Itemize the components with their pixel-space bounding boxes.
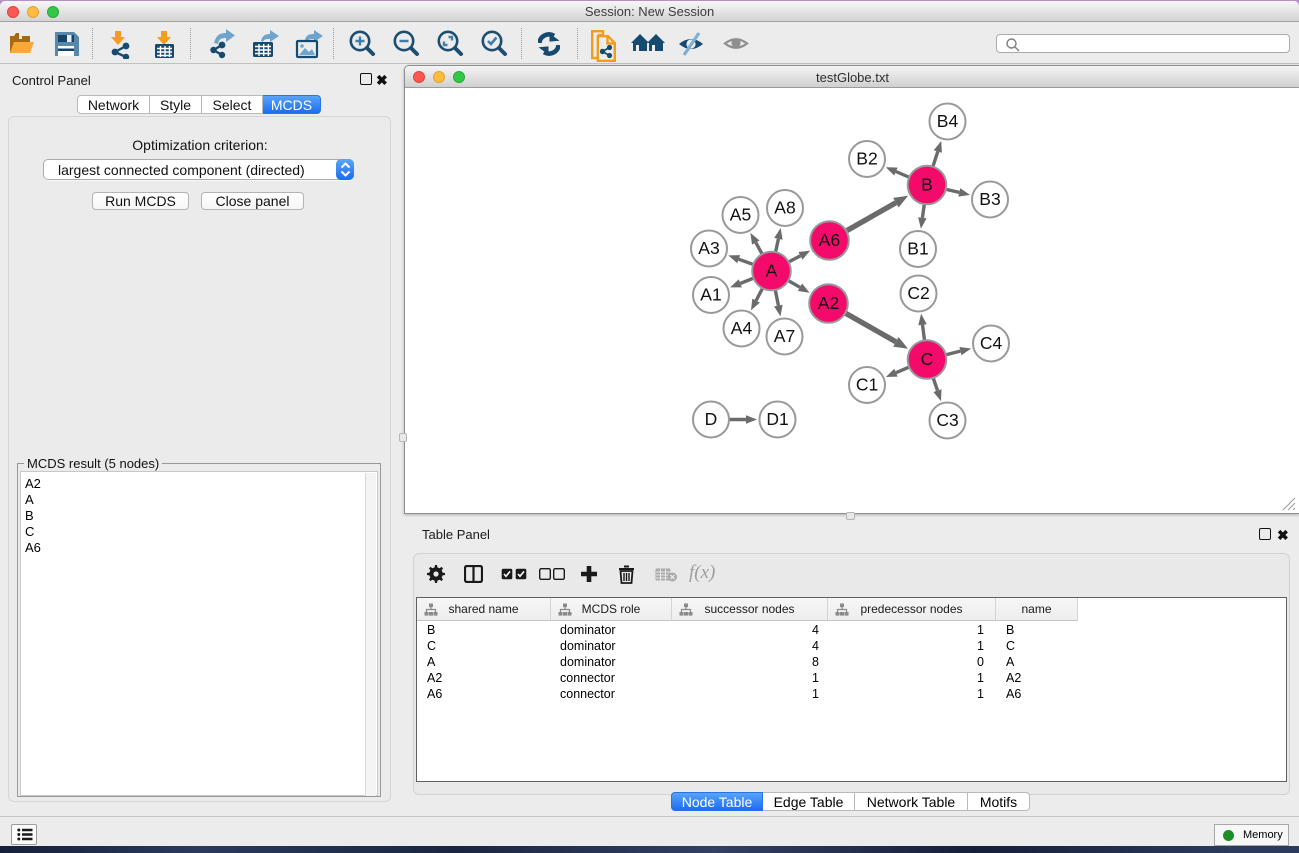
svg-text:A4: A4 [731,318,753,338]
svg-text:C4: C4 [980,333,1003,353]
svg-text:D: D [705,409,718,429]
svg-text:D1: D1 [766,409,788,429]
svg-text:B1: B1 [907,239,928,259]
svg-text:A1: A1 [700,285,721,305]
svg-text:B: B [921,175,933,195]
svg-text:C1: C1 [856,375,878,395]
svg-text:A7: A7 [774,326,795,346]
svg-text:A8: A8 [774,198,795,218]
svg-text:A3: A3 [698,238,719,258]
svg-text:A6: A6 [819,230,840,250]
svg-text:C2: C2 [907,283,929,303]
svg-text:A: A [766,261,778,281]
svg-text:B3: B3 [979,189,1000,209]
svg-text:A2: A2 [818,293,839,313]
svg-text:A5: A5 [730,205,751,225]
svg-text:C: C [921,349,934,369]
svg-text:B2: B2 [856,149,877,169]
svg-text:B4: B4 [937,111,959,131]
svg-text:C3: C3 [936,410,958,430]
